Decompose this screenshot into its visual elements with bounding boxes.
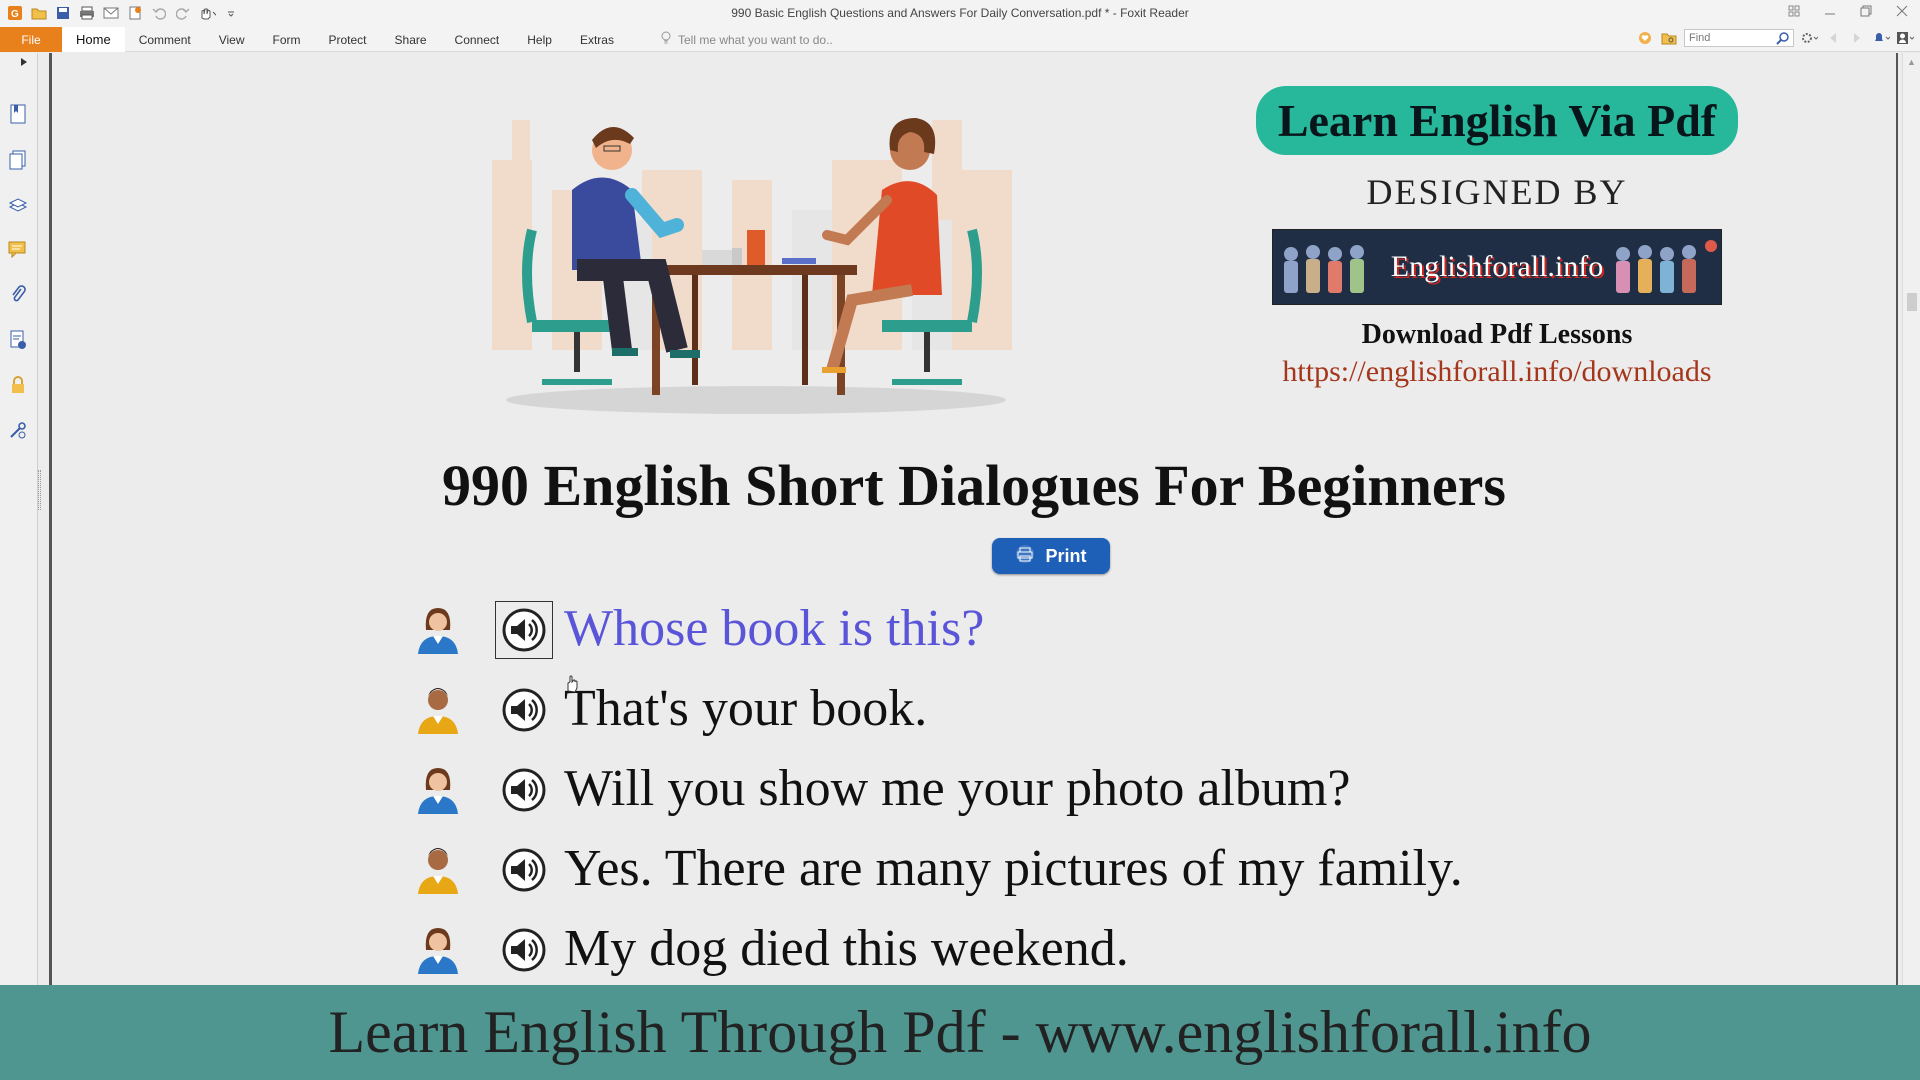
panel-resize-grip[interactable]	[38, 470, 41, 510]
print-button[interactable]: Print	[992, 538, 1110, 574]
navigation-panel	[0, 53, 38, 985]
print-button-label: Print	[1045, 545, 1087, 566]
notification-bell-icon[interactable]	[1872, 29, 1890, 47]
tab-comment[interactable]: Comment	[125, 27, 205, 52]
dialogue-line: Whose book is this?	[416, 596, 1716, 662]
previous-result-icon[interactable]	[1824, 29, 1842, 47]
ribbon-tab-bar: File Home Comment View Form Protect Shar…	[0, 27, 1920, 52]
female-avatar-icon	[416, 604, 460, 654]
layout-grid-icon[interactable]	[1786, 3, 1802, 19]
dialogue-text: My dog died this weekend.	[564, 920, 1129, 977]
play-audio-button[interactable]	[495, 601, 553, 659]
user-account-icon[interactable]	[1896, 29, 1914, 47]
close-icon[interactable]	[1894, 3, 1910, 19]
dialogue-text: That's your book.	[564, 680, 928, 737]
right-toolbar: Find	[1636, 29, 1914, 47]
lightbulb-icon	[660, 31, 672, 48]
dialogue-text: Whose book is this?	[564, 600, 985, 657]
tab-connect[interactable]: Connect	[441, 27, 514, 52]
dialogue-text: Will you show me your photo album?	[564, 760, 1351, 817]
tab-view[interactable]: View	[205, 27, 259, 52]
tab-share[interactable]: Share	[381, 27, 441, 52]
tools-icon[interactable]	[7, 419, 29, 441]
tab-form[interactable]: Form	[259, 27, 315, 52]
find-placeholder: Find	[1689, 32, 1711, 44]
ribbon-tabs: Home Comment View Form Protect Share Con…	[62, 27, 628, 52]
play-audio-button[interactable]	[500, 926, 548, 974]
tab-protect[interactable]: Protect	[315, 27, 381, 52]
dialogue-line: That's your book.	[416, 676, 1716, 742]
brand-title: Learn English Via Pdf	[1255, 86, 1739, 155]
tell-me-placeholder: Tell me what you want to do..	[678, 32, 833, 47]
play-audio-button[interactable]	[500, 846, 548, 894]
printer-icon	[1015, 544, 1035, 568]
male-avatar-icon	[416, 844, 460, 894]
conversation-illustration	[492, 100, 1020, 420]
page-title: 990 English Short Dialogues For Beginner…	[442, 453, 1506, 518]
tell-me-search[interactable]: Tell me what you want to do..	[660, 27, 833, 52]
tab-help[interactable]: Help	[513, 27, 566, 52]
banner-text: Englishforall.info	[1390, 250, 1604, 283]
title-bar: G 990 Basic English Questions and Answer…	[0, 0, 1920, 27]
layers-icon[interactable]	[7, 194, 29, 216]
window-title: 990 Basic English Questions and Answers …	[731, 6, 1189, 20]
comments-icon[interactable]	[7, 239, 29, 261]
designed-by-label: DESIGNED BY	[1366, 172, 1628, 212]
download-url-link[interactable]: https://englishforall.info/downloads	[1252, 355, 1742, 389]
play-audio-button[interactable]	[500, 766, 548, 814]
search-icon[interactable]	[1776, 31, 1790, 48]
minimize-icon[interactable]	[1822, 3, 1838, 19]
brand-block: Learn English Via Pdf DESIGNED BY Englis…	[1252, 86, 1742, 389]
dialogue-line: Will you show me your photo album?	[416, 756, 1716, 822]
male-avatar-icon	[416, 684, 460, 734]
search-settings-icon[interactable]	[1800, 29, 1818, 47]
security-lock-icon[interactable]	[7, 374, 29, 396]
panel-expand-arrow-icon[interactable]	[20, 57, 30, 69]
pdf-page: Learn English Via Pdf DESIGNED BY Englis…	[52, 58, 1896, 988]
next-result-icon[interactable]	[1848, 29, 1866, 47]
restore-icon[interactable]	[1858, 3, 1874, 19]
signature-icon[interactable]	[7, 329, 29, 351]
scroll-up-icon[interactable]: ▲	[1907, 57, 1916, 67]
female-avatar-icon	[416, 924, 460, 974]
tab-extras[interactable]: Extras	[566, 27, 628, 52]
tab-home[interactable]: Home	[62, 27, 125, 52]
file-menu-button[interactable]: File	[0, 27, 62, 52]
dialogue-text: Yes. There are many pictures of my famil…	[564, 840, 1463, 897]
find-input[interactable]: Find	[1684, 29, 1794, 47]
englishforall-banner[interactable]: Englishforall.info	[1272, 229, 1722, 305]
heart-icon[interactable]	[1636, 29, 1654, 47]
dialogue-line: My dog died this weekend.	[416, 916, 1716, 982]
scroll-thumb[interactable]	[1907, 293, 1917, 311]
female-avatar-icon	[416, 764, 460, 814]
hand-cursor-icon	[564, 675, 580, 693]
vertical-scrollbar[interactable]: ▲	[1902, 53, 1920, 985]
pages-icon[interactable]	[7, 149, 29, 171]
download-lessons-title: Download Pdf Lessons	[1361, 319, 1633, 350]
bookmark-icon[interactable]	[7, 103, 29, 125]
search-folder-icon[interactable]	[1660, 29, 1678, 47]
dialogue-line: Yes. There are many pictures of my famil…	[416, 836, 1716, 902]
footer-banner: Learn English Through Pdf - www.englishf…	[0, 985, 1920, 1080]
footer-text: Learn English Through Pdf - www.englishf…	[328, 999, 1592, 1065]
page-border-right	[1896, 53, 1898, 985]
window-controls	[1786, 3, 1910, 19]
play-audio-button[interactable]	[500, 686, 548, 734]
attachments-icon[interactable]	[7, 284, 29, 306]
